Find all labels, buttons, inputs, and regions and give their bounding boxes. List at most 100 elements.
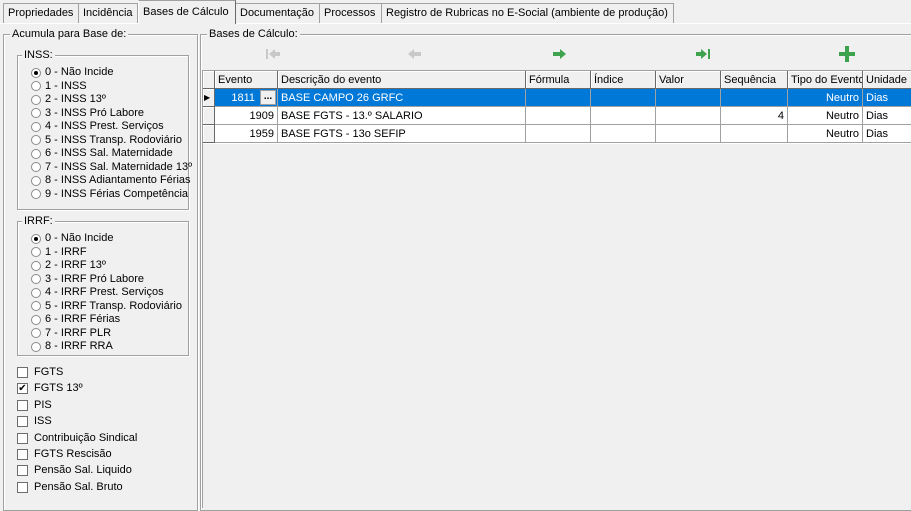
irrf-option-label: 1 - IRRF: [45, 245, 87, 258]
ellipsis-button[interactable]: ...: [260, 90, 276, 105]
tab-propriedades[interactable]: Propriedades: [3, 3, 79, 23]
grid-cell-unidade[interactable]: Dias: [863, 107, 911, 125]
grid-cell-indice[interactable]: [591, 125, 656, 143]
column-header-3[interactable]: Índice: [591, 71, 656, 89]
radio-button-icon: [31, 121, 41, 132]
checkbox-label: Contribuição Sindical: [34, 431, 138, 444]
grid-cell-unidade[interactable]: Dias: [863, 89, 911, 107]
irrf-option-6[interactable]: 6 - IRRF Férias: [31, 313, 120, 326]
column-header-5[interactable]: Sequência: [721, 71, 788, 89]
checkbox-icon: [17, 399, 28, 411]
checkbox-label: FGTS: [34, 366, 64, 378]
grid-cell-sequencia[interactable]: 4: [721, 107, 788, 125]
grid-cell-tipo[interactable]: Neutro: [788, 125, 863, 143]
radio-button-icon: [31, 287, 41, 298]
irrf-option-label: 5 - IRRF Transp. Rodoviário: [45, 299, 182, 312]
checkbox-icon: [17, 465, 28, 477]
irrf-option-2[interactable]: 2 - IRRF 13º: [31, 259, 106, 272]
irrf-option-label: 0 - Não Incide: [45, 232, 114, 244]
row-indicator[interactable]: ▶: [203, 89, 215, 107]
grid-cell-indice[interactable]: [591, 107, 656, 125]
irrf-option-5[interactable]: 5 - IRRF Transp. Rodoviário: [31, 300, 182, 313]
row-indicator[interactable]: [203, 107, 215, 125]
grid-cell-sequencia[interactable]: [721, 125, 788, 143]
tab-processos[interactable]: Processos: [320, 3, 382, 23]
radio-button-icon: [31, 274, 41, 284]
grid-cell-valor[interactable]: [656, 107, 721, 125]
irrf-option-4[interactable]: 4 - IRRF Prest. Serviços: [31, 286, 164, 299]
tab-documentacao[interactable]: Documentação: [236, 3, 320, 23]
column-header-4[interactable]: Valor: [656, 71, 721, 89]
inss-option-label: 2 - INSS 13º: [45, 93, 106, 105]
inss-option-5[interactable]: 5 - INSS Transp. Rodoviário: [31, 134, 182, 147]
checkbox-4[interactable]: Contribuição Sindical: [17, 432, 137, 445]
inss-option-3[interactable]: 3 - INSS Pró Labore: [31, 107, 144, 120]
column-header-1[interactable]: Descrição do evento: [278, 71, 526, 89]
grid-cell-evento[interactable]: 1811...: [215, 89, 278, 107]
column-header-2[interactable]: Fórmula: [526, 71, 591, 89]
inss-option-6[interactable]: 6 - INSS Sal. Maternidade: [31, 147, 173, 160]
tab-registro-rubricas[interactable]: Registro de Rubricas no E-Social (ambien…: [382, 3, 674, 23]
irrf-option-label: 3 - IRRF Pró Labore: [45, 272, 145, 285]
grid-cell-indice[interactable]: [591, 89, 656, 107]
grid-cell-sequencia[interactable]: [721, 89, 788, 107]
radio-button-icon: [31, 148, 41, 159]
checkbox-icon: [17, 432, 28, 444]
inss-option-8[interactable]: 8 - INSS Adiantamento Férias: [31, 174, 191, 187]
tab-incidencia[interactable]: Incidência: [79, 3, 138, 23]
inss-option-9[interactable]: 9 - INSS Férias Competência: [31, 188, 188, 201]
inss-option-1[interactable]: 1 - INSS: [31, 80, 87, 93]
grid-cell-formula[interactable]: [526, 89, 591, 107]
last-record-button[interactable]: [688, 44, 718, 64]
grid-cell-valor[interactable]: [656, 89, 721, 107]
inss-option-2[interactable]: 2 - INSS 13º: [31, 93, 106, 106]
column-header-0[interactable]: Evento: [215, 71, 278, 89]
column-header-6[interactable]: Tipo do Evento: [788, 71, 863, 89]
add-record-button[interactable]: [832, 44, 862, 64]
inss-option-7[interactable]: 7 - INSS Sal. Maternidade 13º: [31, 161, 192, 174]
grid-cell-evento[interactable]: 1959: [215, 125, 278, 143]
irrf-option-0[interactable]: 0 - Não Incide: [31, 232, 113, 245]
checkbox-label: Pensão Sal. Liquido: [34, 464, 132, 477]
radio-button-icon: [31, 189, 41, 199]
radio-button-icon: [31, 81, 41, 91]
radio-button-icon: [31, 135, 41, 145]
grid-cell-tipo[interactable]: Neutro: [788, 107, 863, 125]
inss-option-label: 7 - INSS Sal. Maternidade 13º: [45, 160, 193, 173]
inss-option-0[interactable]: 0 - Não Incide: [31, 66, 113, 79]
inss-option-4[interactable]: 4 - INSS Prest. Serviços: [31, 120, 164, 133]
grid-cell-evento[interactable]: 1909: [215, 107, 278, 125]
grid-cell-formula[interactable]: [526, 107, 591, 125]
irrf-option-8[interactable]: 8 - IRRF RRA: [31, 340, 113, 353]
column-header-7[interactable]: Unidade: [863, 71, 911, 89]
checkbox-1[interactable]: ✔ FGTS 13º: [17, 382, 83, 395]
irrf-option-7[interactable]: 7 - IRRF PLR: [31, 327, 111, 340]
radio-button-icon: [31, 301, 41, 311]
checkbox-6[interactable]: Pensão Sal. Liquido: [17, 464, 132, 477]
next-record-button[interactable]: [544, 44, 574, 64]
irrf-title: IRRF:: [22, 214, 55, 228]
irrf-option-3[interactable]: 3 - IRRF Pró Labore: [31, 273, 144, 286]
grid-cell-descricao[interactable]: BASE FGTS - 13o SEFIP: [278, 125, 526, 143]
checkbox-5[interactable]: FGTS Rescisão: [17, 448, 112, 461]
irrf-option-label: 8 - IRRF RRA: [45, 340, 113, 352]
first-record-button[interactable]: [258, 44, 288, 64]
irrf-option-1[interactable]: 1 - IRRF: [31, 246, 87, 259]
inss-option-label: 9 - INSS Férias Competência: [45, 187, 189, 200]
previous-record-button[interactable]: [400, 44, 430, 64]
tab-bases-de-calculo[interactable]: Bases de Cálculo: [138, 0, 236, 24]
checkbox-0[interactable]: FGTS: [17, 366, 63, 379]
checkbox-2[interactable]: PIS: [17, 399, 52, 412]
checkbox-3[interactable]: ISS: [17, 415, 52, 428]
next-arrow-icon: [553, 49, 566, 59]
grid-cell-tipo[interactable]: Neutro: [788, 89, 863, 107]
row-indicator[interactable]: [203, 125, 215, 143]
grid-cell-unidade[interactable]: Dias: [863, 125, 911, 143]
grid-cell-descricao[interactable]: BASE FGTS - 13.º SALARIO: [278, 107, 526, 125]
grid-cell-valor[interactable]: [656, 125, 721, 143]
checkbox-7[interactable]: Pensão Sal. Bruto: [17, 481, 123, 494]
radio-button-icon: [31, 260, 41, 271]
grid-cell-descricao[interactable]: BASE CAMPO 26 GRFC: [278, 89, 526, 107]
bases-calculo-grid[interactable]: Evento Descrição do evento Fórmula Índice Va…: [202, 70, 911, 508]
grid-cell-formula[interactable]: [526, 125, 591, 143]
